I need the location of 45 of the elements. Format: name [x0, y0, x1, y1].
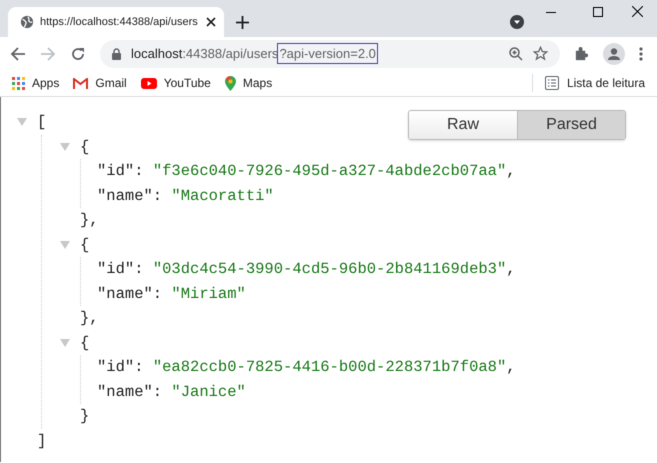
bracket: ] — [36, 430, 46, 452]
close-icon[interactable] — [206, 17, 216, 27]
brace: { — [80, 234, 90, 256]
json-property: "id": "ea82ccb0-7825-4416-b00d-228371b7f0a8", — [97, 357, 517, 378]
star-icon[interactable] — [533, 46, 548, 61]
bookmark-link[interactable]: Gmail — [73, 74, 127, 92]
tab-search-icon[interactable] — [510, 15, 524, 29]
new-tab-icon[interactable] — [236, 16, 249, 29]
map-pin-icon — [224, 76, 236, 90]
back-icon[interactable] — [10, 46, 26, 62]
json-property: "name": "Miriam" — [97, 284, 247, 304]
reload-icon[interactable] — [70, 46, 86, 62]
lock-icon — [112, 48, 121, 60]
play-icon — [140, 78, 157, 88]
json-property: "name": "Macoratti" — [97, 186, 275, 206]
address-bar[interactable]: localhost:44388/api/users?api-version=2.0 — [100, 40, 560, 68]
globe-icon — [20, 15, 34, 29]
list-icon — [544, 76, 559, 90]
reading-list-button[interactable]: Lista de leitura — [544, 74, 645, 92]
view-toggle-tab[interactable]: Raw — [409, 111, 517, 139]
brace: }, — [79, 210, 99, 231]
json-property: "id": "f3e6c040-7926-495d-a327-4abde2cb07aa", — [97, 161, 517, 182]
puzzle-icon[interactable] — [574, 46, 589, 61]
json-property: "id": "03dc4c54-3990-4cd5-96b0-2b841169deb3", — [97, 259, 517, 280]
menu-icon[interactable] — [639, 46, 643, 60]
json-property: "name": "Janice" — [97, 382, 247, 402]
zoom-icon[interactable] — [509, 46, 523, 60]
brace: { — [80, 136, 90, 158]
bookmark-link[interactable]: Apps — [12, 74, 60, 92]
maximize-icon[interactable] — [593, 7, 603, 17]
brace: } — [79, 406, 90, 427]
view-toggle-tab[interactable]: Parsed — [517, 111, 625, 139]
close-icon[interactable] — [632, 6, 643, 17]
apps-grid-icon — [12, 76, 25, 90]
brace: }, — [79, 308, 99, 329]
browser-tab[interactable]: https://localhost:44388/api/users — [8, 7, 224, 37]
envelope-icon — [73, 78, 88, 88]
bookmark-link[interactable]: Maps — [224, 74, 272, 92]
url-text: localhost:44388/api/users?api-version=2.0 — [131, 44, 377, 64]
minimize-icon[interactable] — [546, 12, 556, 14]
bracket: [ — [37, 112, 46, 133]
profile-icon[interactable] — [603, 42, 625, 64]
brace: { — [80, 332, 90, 354]
tab-title: https://localhost:44388/api/users — [40, 14, 199, 30]
bookmark-link[interactable]: YouTube — [140, 74, 211, 92]
